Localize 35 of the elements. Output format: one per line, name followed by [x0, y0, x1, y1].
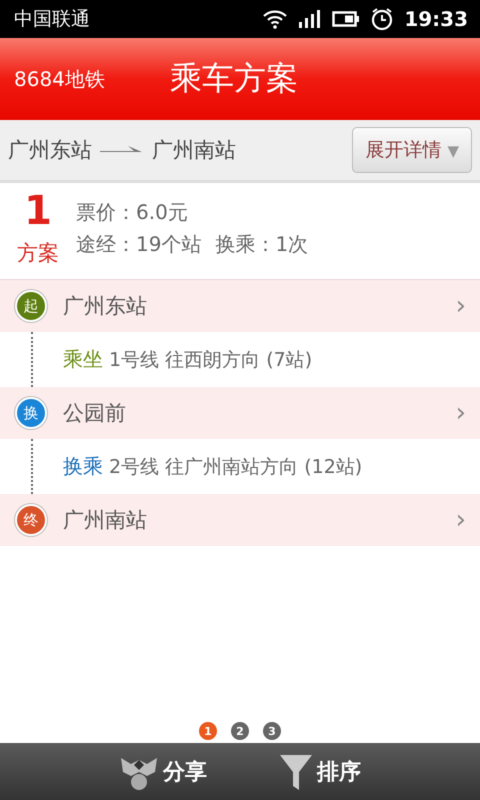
ride-instruction: 乘坐 1号线 往西朗方向 (7站) [63, 346, 312, 373]
chevron-icon: › [456, 398, 466, 428]
carrier-name: 中国联通 [14, 7, 90, 32]
station-badge: 换 [15, 397, 47, 429]
destination-station: 广州南站 [152, 137, 236, 164]
stops-text: 途经：19个站 [76, 231, 202, 257]
signal-icon [298, 9, 322, 29]
plan-number: 1 [24, 189, 52, 233]
page-indicator[interactable]: 1 [199, 722, 217, 740]
sort-button[interactable]: 排序 [273, 750, 367, 792]
expand-details-button[interactable]: 展开详情 ▼ [352, 127, 472, 173]
plan-label: 方案 [17, 240, 59, 267]
alarm-icon [370, 7, 394, 31]
ride-instruction: 换乘 2号线 往广州南站方向 (12站) [63, 453, 362, 480]
wifi-icon [262, 9, 288, 29]
station-name: 公园前 [63, 400, 126, 427]
station-name: 广州东站 [63, 293, 147, 320]
app-name: 8684地铁 [14, 66, 106, 92]
station-row[interactable]: 起 广州东站 › [0, 280, 480, 332]
page-indicator[interactable]: 3 [263, 722, 281, 740]
fare-text: 票价：6.0元 [76, 199, 189, 225]
station-name: 广州南站 [63, 507, 147, 534]
station-badge: 终 [15, 504, 47, 536]
station-badge: 起 [15, 290, 47, 322]
clock-time: 19:33 [404, 7, 468, 31]
chevron-icon: › [456, 291, 466, 321]
page-indicator[interactable]: 2 [231, 722, 249, 740]
station-row[interactable]: 换 公园前 › [0, 387, 480, 439]
transfers-text: 换乘：1次 [215, 231, 308, 257]
battery-icon [332, 10, 360, 28]
page-title: 乘车方案 [170, 58, 298, 99]
share-button[interactable]: 分享 [113, 750, 213, 792]
origin-station: 广州东站 [8, 137, 92, 164]
chevron-icon: › [456, 505, 466, 535]
station-row[interactable]: 终 广州南站 › [0, 494, 480, 546]
